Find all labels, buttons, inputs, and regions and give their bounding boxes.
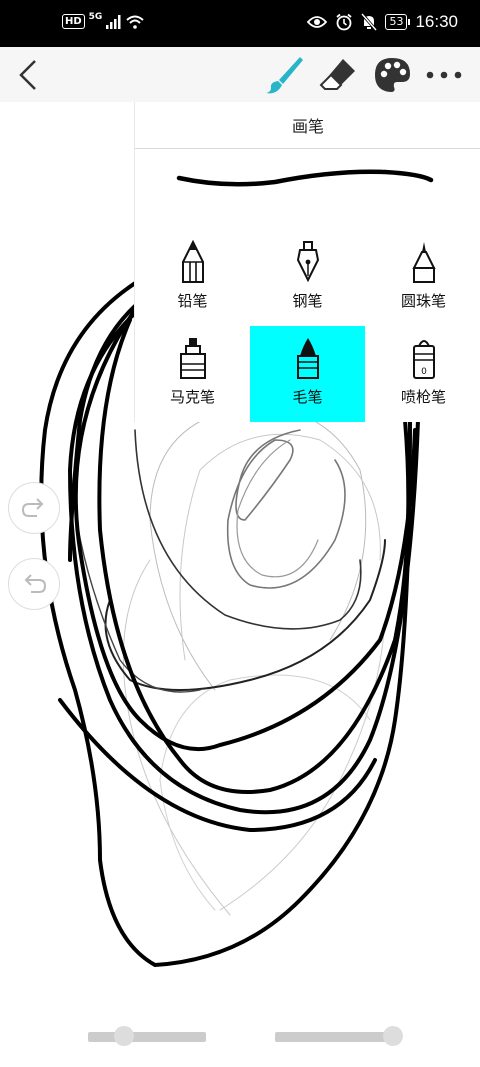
pen-option-marker[interactable]: 马克笔: [135, 326, 250, 422]
pen-label: 马克笔: [169, 388, 215, 406]
eraser-icon: [319, 58, 355, 90]
pen-option-airbrush[interactable]: 0 喷枪笔: [366, 326, 480, 422]
status-left: HD 5G: [62, 11, 144, 29]
redo-button[interactable]: [8, 482, 60, 534]
slider-thumb[interactable]: [383, 1026, 403, 1046]
light-stroke: [122, 559, 231, 916]
pen-label: 毛笔: [292, 388, 323, 406]
brush-pen-icon: [296, 338, 319, 379]
pen-option-brush[interactable]: 毛笔: [250, 326, 365, 422]
pencil-icon: [181, 240, 204, 283]
ballpoint-pen-icon: [411, 242, 436, 283]
network-type: 5G: [88, 11, 103, 22]
top-toolbar: [0, 47, 480, 102]
chevron-left-icon: [19, 59, 36, 90]
pen-option-ballpoint[interactable]: 圆珠笔: [366, 230, 480, 326]
palette-button[interactable]: [370, 47, 414, 102]
airbrush-icon: 0: [412, 340, 435, 379]
brush-size-slider[interactable]: [88, 1026, 206, 1046]
palette-icon: [375, 57, 410, 92]
marker-icon: [179, 338, 206, 379]
brush-tool-button[interactable]: [262, 47, 306, 102]
wifi-icon: [126, 15, 144, 29]
signal-icon: [106, 14, 121, 29]
clock: 16:30: [415, 12, 458, 31]
eraser-tool-button[interactable]: [316, 47, 360, 102]
sketch-stroke: [226, 429, 346, 589]
pen-panel-title: 画笔: [135, 102, 480, 149]
pen-option-pencil[interactable]: 铅笔: [135, 230, 250, 326]
mute-bell-icon: [361, 13, 378, 31]
battery-level: 53: [385, 14, 411, 30]
redo-icon: [21, 498, 44, 517]
status-bar: HD 5G 53 16:30: [0, 0, 480, 47]
slider-track: [275, 1032, 393, 1042]
stroke-preview: [176, 169, 434, 187]
heavy-stroke: [58, 698, 377, 832]
brush-icon: [266, 56, 303, 93]
pen-panel: 画笔 铅笔 钢笔 圆珠笔 马克笔 毛笔 0 喷枪笔: [134, 102, 480, 422]
pen-label: 喷枪笔: [400, 388, 446, 406]
pen-label: 铅笔: [177, 292, 208, 310]
light-stroke: [179, 433, 381, 661]
slider-thumb[interactable]: [114, 1026, 134, 1046]
alarm-icon: [336, 13, 353, 31]
more-button[interactable]: [422, 47, 466, 102]
slider-track: [88, 1032, 206, 1042]
svg-text:0: 0: [421, 367, 427, 377]
eye-icon: [307, 16, 328, 28]
back-button[interactable]: [8, 47, 48, 102]
more-dots-icon: [426, 71, 462, 78]
thin-stroke: [104, 539, 386, 691]
pen-option-fountain[interactable]: 钢笔: [250, 230, 365, 326]
brush-opacity-slider[interactable]: [275, 1026, 403, 1046]
fountain-pen-icon: [296, 241, 319, 283]
status-right: 53 16:30: [307, 12, 458, 32]
hd-badge: HD: [62, 14, 85, 29]
pen-label: 钢笔: [292, 292, 323, 310]
undo-icon: [24, 574, 47, 593]
undo-button[interactable]: [8, 558, 60, 610]
pen-label: 圆珠笔: [400, 292, 446, 310]
